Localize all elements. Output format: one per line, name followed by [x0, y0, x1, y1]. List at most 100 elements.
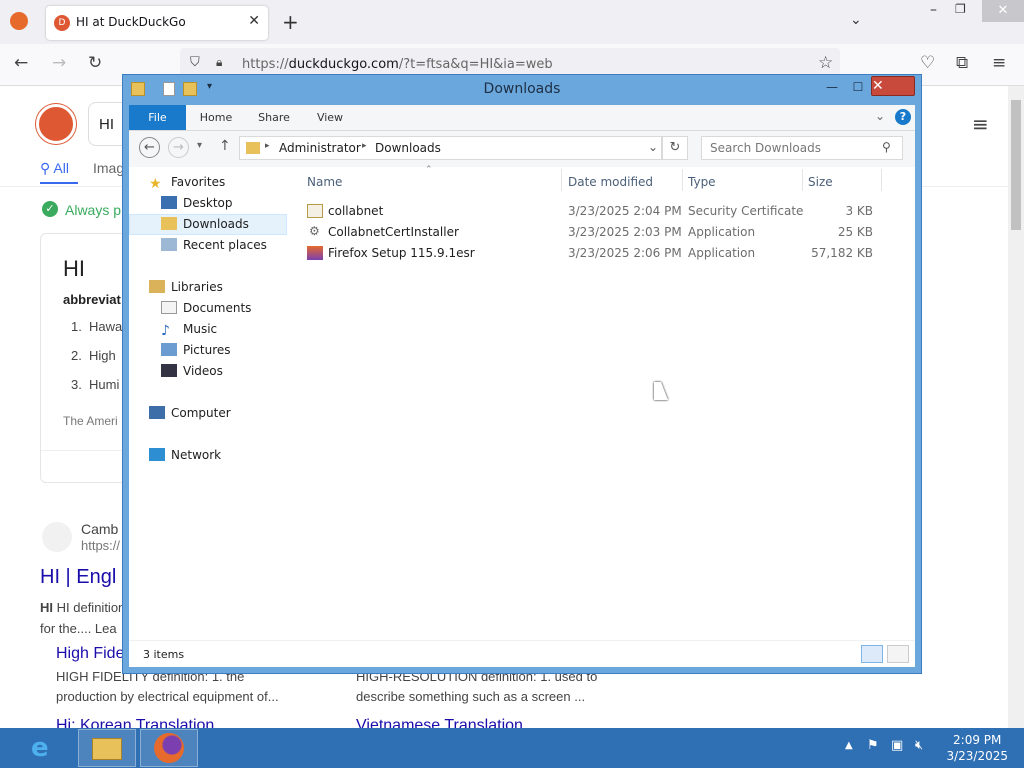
lock-icon[interactable]: 🔒︎: [216, 55, 222, 70]
help-icon[interactable]: ?: [895, 109, 911, 125]
minimize-icon[interactable]: –: [930, 2, 937, 18]
tab-all-underline: [40, 182, 78, 184]
sublink-high-fidelity[interactable]: High Fide: [56, 645, 124, 663]
sort-arrow-icon: ⌃: [425, 165, 433, 175]
address-bar[interactable]: ▸ Administrator ▸ Downloads ⌄: [239, 136, 662, 160]
nav-downloads[interactable]: Downloads: [161, 217, 249, 231]
url-text: https://duckduckgo.com/?t=ftsa&q=HI&ia=w…: [242, 57, 553, 72]
volume-muted-icon[interactable]: 🔇︎: [915, 738, 923, 753]
check-icon: ✓: [42, 201, 58, 217]
large-icons-view-icon[interactable]: [887, 645, 909, 663]
recent-places-icon: [161, 238, 177, 251]
result-url[interactable]: https://: [81, 538, 120, 553]
nav-videos[interactable]: Videos: [161, 364, 223, 378]
ribbon-tab-home[interactable]: Home: [186, 105, 246, 130]
menu-icon[interactable]: ≡: [992, 53, 1006, 73]
installer-gear-icon: ⚙: [309, 224, 320, 238]
nav-network[interactable]: Network: [149, 448, 221, 462]
firefox-view-icon[interactable]: [10, 12, 28, 30]
network-tray-icon[interactable]: ▣: [891, 738, 903, 753]
taskbar-explorer-button[interactable]: [78, 729, 136, 767]
window-maximize-button[interactable]: ☐: [845, 77, 871, 97]
search-input[interactable]: Search Downloads ⚲: [701, 136, 903, 160]
item-count: 3 items: [143, 648, 185, 661]
nav-libraries[interactable]: Libraries: [149, 280, 223, 294]
browser-tab[interactable]: D HI at DuckDuckGo ✕: [46, 6, 268, 40]
restore-icon[interactable]: ❐: [955, 2, 966, 16]
page-scrollbar[interactable]: [1008, 86, 1024, 728]
column-header-type[interactable]: Type: [688, 175, 716, 189]
bookmark-star-icon[interactable]: ☆: [818, 53, 833, 73]
file-list: ⌃ Name Date modified Type Size collabnet…: [291, 165, 915, 640]
result-snippet: for the.... Lea: [40, 621, 117, 636]
nav-favorites[interactable]: ★ Favorites: [149, 175, 225, 192]
nav-documents[interactable]: Documents: [161, 301, 251, 315]
taskbar: e ▲ ⚑ ▣ 🔇︎ 2:09 PM 3/23/2025: [0, 728, 1024, 768]
ribbon-expand-icon[interactable]: ⌄: [875, 109, 885, 123]
forward-button[interactable]: →: [168, 137, 189, 158]
details-view-icon[interactable]: [861, 645, 883, 663]
back-icon[interactable]: ←: [14, 53, 28, 73]
window-close-button[interactable]: ✕: [871, 76, 915, 96]
nav-desktop[interactable]: Desktop: [161, 196, 233, 210]
breadcrumb-downloads[interactable]: Downloads: [375, 141, 441, 155]
firefox-setup-icon: [307, 246, 323, 260]
music-icon: ♪: [161, 323, 170, 339]
ribbon-tab-share[interactable]: Share: [246, 105, 302, 130]
column-header-date[interactable]: Date modified: [568, 175, 653, 189]
address-dropdown-icon[interactable]: ⌄: [648, 140, 658, 154]
browser-tab-bar: D HI at DuckDuckGo ✕ + ⌄ – ❐ ✕: [0, 0, 1024, 44]
hamburger-menu-icon[interactable]: ≡: [972, 112, 989, 136]
tab-images[interactable]: Imag: [93, 160, 124, 176]
window-minimize-button[interactable]: —: [819, 77, 845, 97]
computer-icon: [149, 406, 165, 419]
file-row[interactable]: Firefox Setup 115.9.1esr 3/23/2025 2:06 …: [291, 243, 881, 264]
tab-all[interactable]: ⚲ All: [40, 160, 69, 177]
ribbon-tab-view[interactable]: View: [302, 105, 358, 130]
new-tab-icon[interactable]: +: [282, 10, 299, 34]
tab-close-icon[interactable]: ✕: [248, 13, 260, 29]
clock-time: 2:09 PM: [953, 733, 1002, 747]
network-icon: [149, 448, 165, 461]
file-row[interactable]: collabnet 3/23/2025 2:04 PM Security Cer…: [291, 201, 881, 222]
search-icon[interactable]: ⚲: [882, 140, 891, 154]
refresh-button[interactable]: ↻: [662, 136, 688, 160]
nav-pictures[interactable]: Pictures: [161, 343, 231, 357]
breadcrumb-administrator[interactable]: Administrator: [279, 141, 361, 155]
duckduckgo-logo-icon[interactable]: [36, 104, 76, 144]
downloads-folder-icon: [161, 217, 177, 230]
tracking-shield-icon[interactable]: ⛉: [190, 55, 200, 70]
reload-icon[interactable]: ↻: [88, 53, 102, 73]
system-clock[interactable]: 2:09 PM 3/23/2025: [946, 732, 1008, 764]
window-title-bar[interactable]: ▾ Downloads — ☐ ✕: [123, 75, 921, 105]
always-private-text: Always p: [65, 202, 122, 218]
tab-list-chevron-icon[interactable]: ⌄: [850, 12, 862, 28]
action-center-flag-icon[interactable]: ⚑: [867, 738, 879, 753]
result-title-link[interactable]: HI | Engl: [40, 566, 116, 589]
taskbar-firefox-button[interactable]: [140, 729, 198, 767]
result-site[interactable]: Camb: [81, 521, 118, 537]
sublink-vietnamese[interactable]: Vietnamese Translation: [356, 717, 523, 728]
column-header-name[interactable]: Name: [307, 175, 342, 189]
taskbar-ie-button[interactable]: e: [16, 729, 74, 767]
up-button[interactable]: ↑: [219, 138, 231, 154]
nav-music[interactable]: ♪ Music: [161, 322, 217, 339]
column-header-size[interactable]: Size: [808, 175, 833, 189]
file-row[interactable]: ⚙ CollabnetCertInstaller 3/23/2025 2:03 …: [291, 222, 881, 243]
nav-computer[interactable]: Computer: [149, 406, 231, 420]
sublink-korean[interactable]: Hi: Korean Translation: [56, 717, 214, 728]
source-note: The Ameri: [63, 414, 118, 428]
extensions-icon[interactable]: ⧉: [956, 53, 968, 73]
nav-recent-places[interactable]: Recent places: [161, 238, 267, 252]
answer-title: HI: [63, 256, 85, 281]
site-favicon-icon: [42, 522, 72, 552]
pocket-icon[interactable]: ♡: [920, 53, 935, 73]
recent-locations-icon[interactable]: ▾: [197, 140, 202, 151]
back-button[interactable]: ←: [139, 137, 160, 158]
show-hidden-icons-icon[interactable]: ▲: [845, 740, 853, 751]
internet-explorer-icon: e: [31, 733, 49, 763]
browser-close-button[interactable]: ✕: [982, 0, 1024, 22]
window-title: Downloads: [483, 81, 561, 97]
ribbon-tab-file[interactable]: File: [129, 105, 186, 130]
forward-icon[interactable]: →: [52, 53, 66, 73]
